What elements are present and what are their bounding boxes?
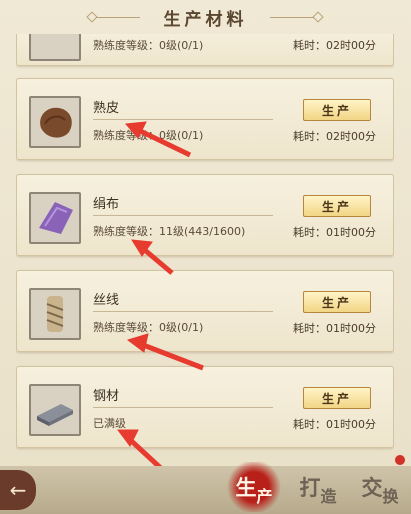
- tab-label: 打: [299, 475, 321, 500]
- tab-label: 交: [361, 475, 383, 500]
- steel-ingot-icon: [29, 384, 81, 436]
- divider: [93, 407, 273, 408]
- material-name: 丝线: [93, 293, 120, 308]
- divider: [93, 119, 273, 120]
- page-title: 生产材料: [163, 9, 248, 30]
- material-card-steel: 钢材 已满级 生产 耗时：01时00分: [16, 366, 394, 448]
- production-time: 耗时：02时00分: [293, 130, 376, 143]
- tab-label: 造: [320, 487, 337, 506]
- proficiency-level: 熟练度等级：11级(443/1600): [93, 225, 246, 238]
- title-line-left: [96, 17, 140, 18]
- divider: [93, 311, 273, 312]
- production-time: 耗时：01时00分: [293, 226, 376, 239]
- material-card-silk-thread: 丝线 熟练度等级：0级(0/1) 生产 耗时：01时00分: [16, 270, 394, 352]
- produce-button[interactable]: 生产: [303, 195, 371, 217]
- produce-button[interactable]: 生产: [303, 99, 371, 121]
- material-card-silk-cloth: 绢布 熟练度等级：11级(443/1600) 生产 耗时：01时00分: [16, 174, 394, 256]
- material-card-partial: 熟练度等级：0级(0/1) 耗时：02时00分: [16, 34, 394, 66]
- produce-button[interactable]: 生产: [303, 387, 371, 409]
- material-card-cured-leather: 熟皮 熟练度等级：0级(0/1) 生产 耗时：02时00分: [16, 78, 394, 160]
- divider: [93, 215, 273, 216]
- cured-leather-icon: [29, 96, 81, 148]
- production-time: 耗时：01时00分: [293, 418, 376, 431]
- title-bar: 生产材料: [0, 0, 411, 34]
- produce-button[interactable]: 生产: [303, 291, 371, 313]
- proficiency-level: 熟练度等级：0级(0/1): [93, 39, 204, 52]
- back-arrow-icon: ←: [9, 478, 27, 502]
- tab-label: 产: [256, 487, 273, 506]
- material-name: 熟皮: [93, 101, 120, 116]
- material-list[interactable]: 熟练度等级：0级(0/1) 耗时：02时00分 熟皮 熟练度等级：0级(0/1)…: [16, 34, 394, 464]
- title-ornament-right: [312, 11, 324, 23]
- tab-label: 生: [235, 475, 257, 500]
- proficiency-level: 熟练度等级：0级(0/1): [93, 321, 204, 334]
- notification-dot: [394, 454, 406, 466]
- bottom-bar: [0, 466, 411, 514]
- silk-cloth-icon: [29, 192, 81, 244]
- tab-exchange[interactable]: 交换: [352, 462, 408, 512]
- production-time: 耗时：01时00分: [293, 322, 376, 335]
- title-line-right: [270, 17, 314, 18]
- leather-scrap-icon: [29, 34, 81, 61]
- material-name: 绢布: [93, 197, 120, 212]
- tab-label: 换: [382, 487, 399, 506]
- material-name: 钢材: [93, 389, 120, 404]
- title-ornament-left: [86, 11, 98, 23]
- proficiency-level: 熟练度等级：0级(0/1): [93, 129, 204, 142]
- silk-thread-icon: [29, 288, 81, 340]
- tab-forge[interactable]: 打造: [290, 462, 346, 512]
- production-time: 耗时：02时00分: [293, 39, 376, 52]
- back-button[interactable]: ←: [0, 470, 36, 510]
- production-panel: 生产材料 熟练度等级：0级(0/1) 耗时：02时00分 熟皮 熟练度等级：0级…: [0, 0, 411, 514]
- tab-produce[interactable]: 生产: [226, 462, 282, 512]
- proficiency-level: 已满级: [93, 417, 126, 430]
